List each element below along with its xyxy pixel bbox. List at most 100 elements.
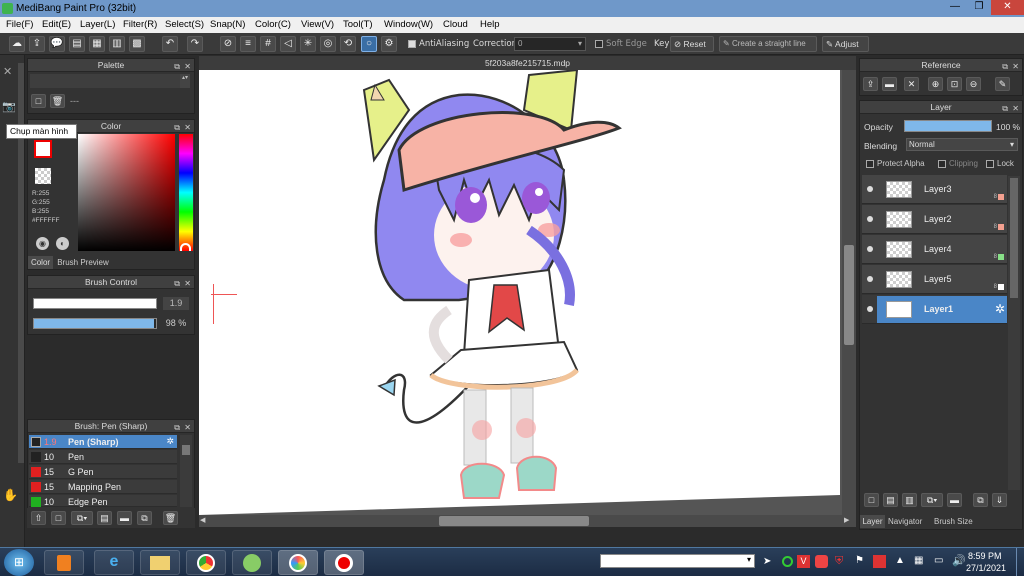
new-layer-icon[interactable]: □ <box>864 493 879 507</box>
foreground-color-swatch[interactable] <box>34 140 52 158</box>
fit-icon[interactable]: ⊡ <box>947 77 962 91</box>
adjust-button[interactable]: ✎ Adjust <box>822 36 869 52</box>
antialiasing-checkbox[interactable]: AntiAliasing <box>408 39 469 49</box>
zoom-out-icon[interactable]: ⊖ <box>966 77 981 91</box>
float-icon[interactable]: ⧉ <box>1002 102 1008 115</box>
curve-snap-icon[interactable]: ⟲ <box>340 36 356 52</box>
eye-icon[interactable] <box>867 216 873 222</box>
share-icon[interactable]: ⇪ <box>29 36 45 52</box>
internet-explorer-icon[interactable]: e <box>94 550 134 575</box>
start-button[interactable]: ⊞ <box>4 549 34 576</box>
transparent-swatch[interactable] <box>35 168 51 184</box>
status-ring-icon[interactable] <box>782 556 793 567</box>
trash-icon[interactable]: 🗑 <box>163 511 178 525</box>
app-red-icon[interactable] <box>873 555 886 568</box>
canvas-tab[interactable]: 5f203a8fe215715.mdp <box>199 56 856 70</box>
list-item[interactable]: 1.9 Pen (Sharp) ✲ <box>29 435 177 449</box>
menu-snap[interactable]: Snap(N) <box>210 19 245 30</box>
menu-select[interactable]: Select(S) <box>165 19 204 30</box>
menu-file[interactable]: File(F) <box>6 19 33 30</box>
float-icon[interactable]: ⧉ <box>174 121 180 134</box>
new-palette-icon[interactable]: □ <box>31 94 46 108</box>
up-arrow-icon[interactable]: ▲ <box>895 555 905 566</box>
radial-snap-icon[interactable]: ✳ <box>300 36 316 52</box>
float-icon[interactable]: ⧉ <box>174 421 180 434</box>
close-button[interactable]: ✕ <box>991 0 1024 15</box>
tile-icon[interactable]: ▩ <box>129 36 145 52</box>
close-icon[interactable]: ✕ <box>184 121 191 134</box>
clipping-checkbox[interactable]: Clipping <box>938 159 978 168</box>
float-icon[interactable]: ⧉ <box>174 277 180 290</box>
hue-slider[interactable] <box>179 134 193 251</box>
gear-icon[interactable]: ✲ <box>995 302 1005 316</box>
hand-icon[interactable]: ✋ <box>3 488 18 502</box>
new-8bit-layer-icon[interactable]: ▥ <box>902 493 917 507</box>
brush-dropdown-icon[interactable]: ⧉▾ <box>71 511 93 525</box>
flag-icon[interactable]: ⚑ <box>855 555 864 566</box>
soft-edge-checkbox[interactable]: Soft Edge <box>595 39 647 49</box>
new-halftone-layer-icon[interactable]: ▤ <box>883 493 898 507</box>
menu-window[interactable]: Window(W) <box>384 19 433 30</box>
new-page-icon[interactable]: □ <box>51 511 66 525</box>
eye-icon[interactable] <box>867 246 873 252</box>
media-player-icon[interactable] <box>44 550 84 575</box>
brush-size-value[interactable]: 1.9 <box>163 297 189 310</box>
redo-icon[interactable]: ↷ <box>187 36 203 52</box>
float-icon[interactable]: ⧉ <box>174 60 180 73</box>
page-icon[interactable]: ▦ <box>89 36 105 52</box>
recorder-icon[interactable] <box>324 550 364 575</box>
menu-edit[interactable]: Edit(E) <box>42 19 71 30</box>
file-explorer-icon[interactable] <box>140 550 180 575</box>
shield-icon[interactable]: ⛨ <box>835 555 843 568</box>
canvas-horizontal-scrollbar[interactable] <box>199 515 856 527</box>
document-icon[interactable]: ▤ <box>97 511 112 525</box>
cross-snap-icon[interactable]: # <box>260 36 276 52</box>
eye-icon[interactable] <box>867 186 873 192</box>
menu-color[interactable]: Color(C) <box>255 19 291 30</box>
tool-strip-scrollbar[interactable] <box>18 63 24 463</box>
duplicate-icon[interactable]: ⧉ <box>973 493 988 507</box>
correction-select[interactable]: 0 ▾ <box>514 37 586 51</box>
eyedropper-icon[interactable]: ◐ <box>56 237 69 250</box>
tab-layer[interactable]: Layer <box>860 515 885 528</box>
comment-icon[interactable]: 💬 <box>49 36 65 52</box>
ellipse-snap-icon[interactable]: ○ <box>361 36 377 52</box>
document-icon[interactable]: ▤ <box>69 36 85 52</box>
menu-layer[interactable]: Layer(L) <box>80 19 115 30</box>
blending-select[interactable]: Normal ▾ <box>906 138 1018 151</box>
grid-icon[interactable]: ▥ <box>109 36 125 52</box>
layer-list-scrollbar[interactable] <box>1008 176 1020 491</box>
list-item[interactable]: 10 Pen <box>29 450 177 464</box>
cloud-upload-icon[interactable]: ⇪ <box>863 77 878 91</box>
menu-tool[interactable]: Tool(T) <box>343 19 373 30</box>
layer-row-layer4[interactable]: Layer4 8 <box>862 235 1007 264</box>
close-icon[interactable]: ✕ <box>1012 60 1019 73</box>
list-item[interactable]: 15 G Pen <box>29 465 177 479</box>
cloud-icon[interactable]: ☁ <box>9 36 25 52</box>
protect-alpha-checkbox[interactable]: Protect Alpha <box>866 159 925 168</box>
eye-icon[interactable] <box>867 276 873 282</box>
clock-date[interactable]: 27/1/2021 <box>966 563 1006 573</box>
lock-checkbox[interactable]: Lock <box>986 159 1014 168</box>
monitor-icon[interactable]: ▭ <box>934 555 943 566</box>
menu-view[interactable]: View(V) <box>301 19 334 30</box>
color-wheel-icon[interactable]: ◉ <box>36 237 49 250</box>
float-icon[interactable]: ⧉ <box>1002 60 1008 73</box>
show-desktop-button[interactable] <box>1016 548 1024 576</box>
hue-slider-handle[interactable] <box>180 243 191 251</box>
straight-line-button[interactable]: ✎ Create a straight line <box>719 36 817 52</box>
palette-swatches[interactable] <box>30 74 180 88</box>
layer-row-layer2[interactable]: Layer2 8 <box>862 205 1007 234</box>
copy-icon[interactable]: ⧉ <box>137 511 152 525</box>
maximize-button[interactable]: ❐ <box>967 0 991 15</box>
gear-icon[interactable]: ⚙ <box>381 36 397 52</box>
scroll-right-icon[interactable]: ▶ <box>844 516 849 524</box>
menu-filter[interactable]: Filter(R) <box>123 19 157 30</box>
v-app-icon[interactable]: V <box>797 555 810 568</box>
network-icon[interactable]: ▦ <box>914 555 923 566</box>
layer-row-layer5[interactable]: Layer5 8 <box>862 265 1007 294</box>
close-icon[interactable]: ✕ <box>3 65 12 78</box>
merge-down-icon[interactable]: ⇓ <box>992 493 1007 507</box>
medibang-taskbar-icon[interactable] <box>278 550 318 575</box>
brush-list-scrollbar[interactable] <box>180 435 192 507</box>
